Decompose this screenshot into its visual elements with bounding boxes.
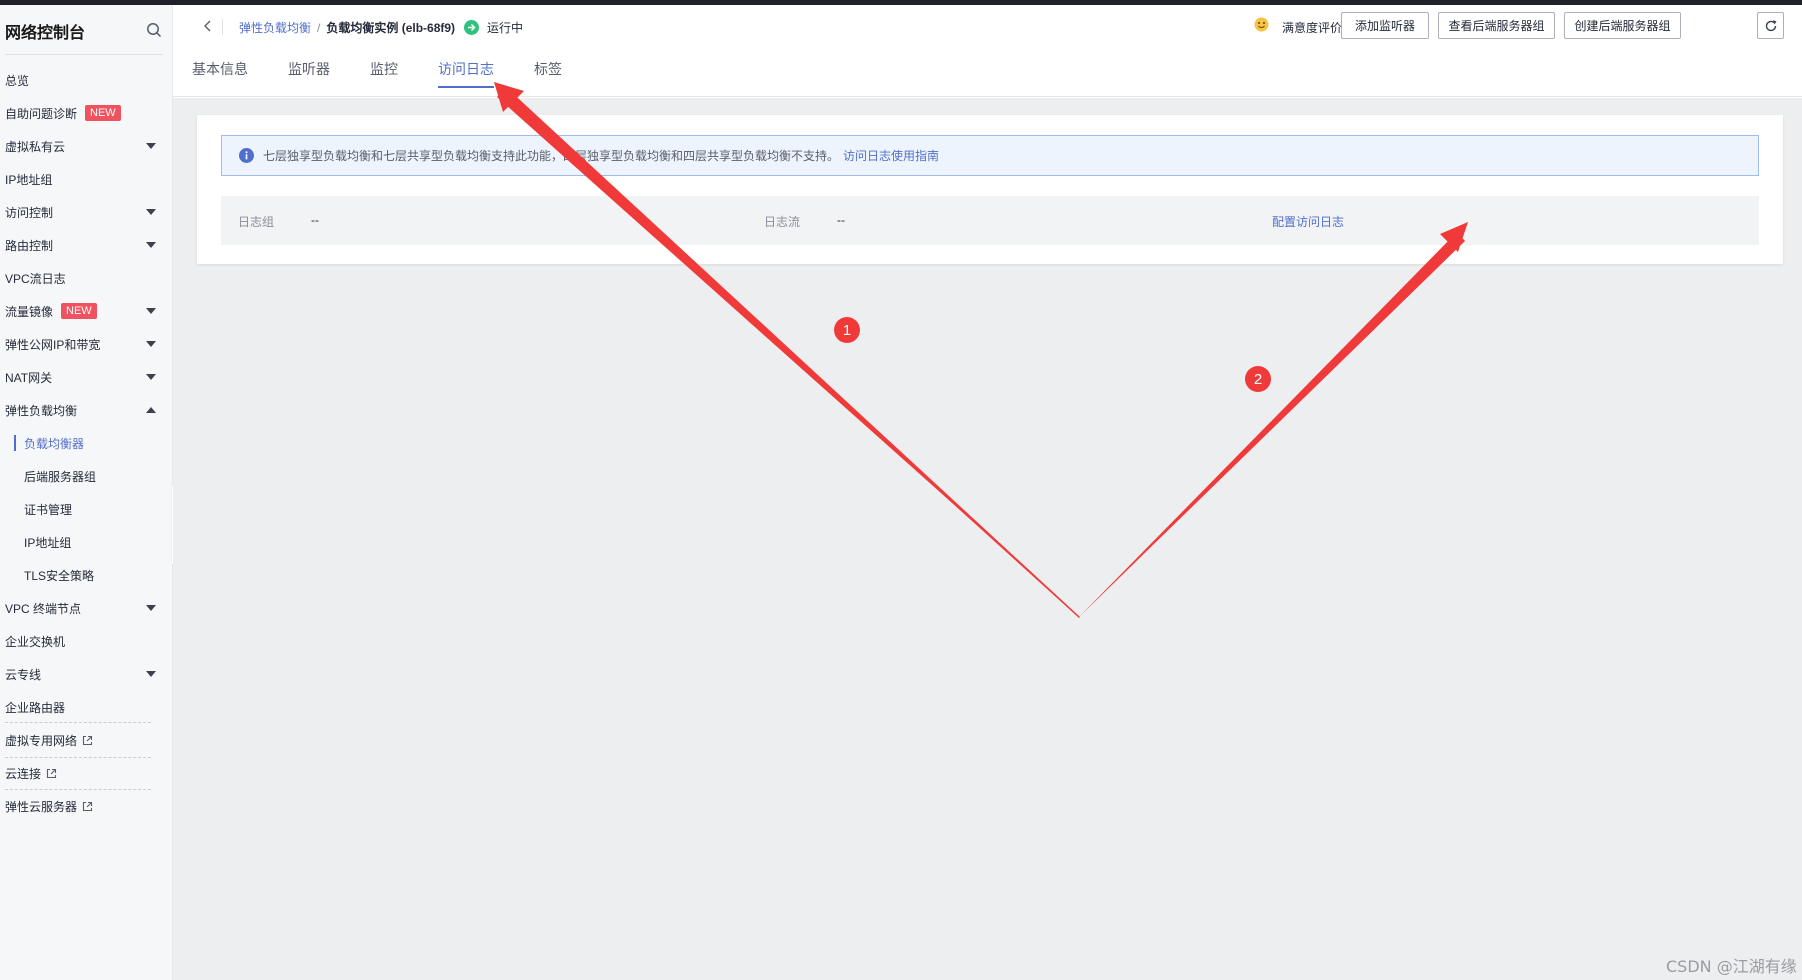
sidebar-item-elb-ip-group[interactable]: IP地址组 [0, 526, 172, 558]
sidebar-item-vpc-endpoint[interactable]: VPC 终端节点 [0, 592, 172, 624]
back-arrow-icon[interactable] [201, 19, 215, 33]
breadcrumb-separator: / [317, 20, 321, 35]
log-stream-value: -- [837, 213, 845, 227]
sidebar-item-enterprise-switch[interactable]: 企业交换机 [0, 625, 172, 657]
sidebar-item-access-control[interactable]: 访问控制 [0, 196, 172, 228]
chevron-down-icon [146, 605, 156, 611]
log-stream-label: 日志流 [764, 215, 801, 229]
log-group-label: 日志组 [238, 215, 275, 229]
satisfaction-rating-link[interactable]: 满意度评价 [1282, 19, 1342, 36]
breadcrumb-elb-link[interactable]: 弹性负载均衡 [239, 19, 311, 36]
breadcrumb-current: 负载均衡实例 (elb-68f9) [326, 21, 456, 35]
tab-tags[interactable]: 标签 [534, 50, 562, 90]
sidebar-separator [5, 722, 151, 723]
search-icon[interactable] [146, 22, 162, 38]
add-listener-button[interactable]: 添加监听器 [1341, 12, 1429, 39]
main-content: 七层独享型负载均衡和七层共享型负载均衡支持此功能，四层独享型负载均衡和四层共享型… [173, 98, 1802, 980]
sidebar-item-diagnosis[interactable]: 自助问题诊断 NEW [0, 97, 172, 129]
sidebar-item-elb[interactable]: 弹性负载均衡 [0, 394, 172, 426]
sidebar-item-backend-group[interactable]: 后端服务器组 [0, 460, 172, 492]
chevron-down-icon [146, 671, 156, 677]
chevron-up-icon [146, 407, 156, 413]
watermark: CSDN @江湖有缘 [1666, 957, 1797, 976]
new-badge: NEW [61, 303, 97, 319]
sidebar-item-ecs[interactable]: 弹性云服务器 [0, 790, 172, 822]
external-link-icon [46, 768, 57, 778]
sidebar-item-ip-group[interactable]: IP地址组 [0, 163, 172, 195]
external-link-icon [82, 801, 93, 811]
sidebar-item-enterprise-router[interactable]: 企业路由器 [0, 691, 172, 723]
configure-access-log-link[interactable]: 配置访问日志 [1272, 213, 1344, 230]
chevron-down-icon [146, 209, 156, 215]
sidebar-divider [5, 54, 163, 55]
page-header: 弹性负载均衡 / 负载均衡实例 (elb-68f9) 运行中 满意度评价 添加监… [173, 5, 1802, 97]
sidebar-item-overview[interactable]: 总览 [0, 64, 172, 96]
chevron-down-icon [146, 374, 156, 380]
sidebar-title: 网络控制台 [5, 25, 86, 42]
new-badge: NEW [85, 105, 121, 121]
tab-basic-info[interactable]: 基本信息 [192, 50, 248, 90]
sidebar: 网络控制台 总览 自助问题诊断 NEW 虚拟私有云 IP地址组 访问控制 路由控制… [0, 5, 173, 980]
log-group-value: -- [311, 213, 319, 227]
annotation-marker-2: 2 [1245, 366, 1271, 392]
chevron-down-icon [146, 341, 156, 347]
sidebar-item-route-control[interactable]: 路由控制 [0, 229, 172, 261]
chevron-down-icon [146, 242, 156, 248]
info-text: 七层独享型负载均衡和七层共享型负载均衡支持此功能，四层独享型负载均衡和四层共享型… [263, 149, 840, 163]
sidebar-item-vpc-flow-log[interactable]: VPC流日志 [0, 262, 172, 294]
create-backend-group-button[interactable]: 创建后端服务器组 [1564, 12, 1681, 39]
chevron-down-icon [146, 308, 156, 314]
sidebar-item-traffic-mirror[interactable]: 流量镜像 NEW [0, 295, 172, 327]
header-divider [222, 19, 223, 35]
smile-icon[interactable] [1254, 17, 1269, 32]
sidebar-item-nat[interactable]: NAT网关 [0, 361, 172, 393]
external-link-icon [82, 735, 93, 745]
log-config-row: 日志组 -- 日志流 -- 配置访问日志 [221, 196, 1759, 245]
sidebar-item-load-balancer[interactable]: 负载均衡器 [0, 427, 172, 459]
tab-bar: 基本信息 监听器 监控 访问日志 标签 [192, 50, 602, 90]
sidebar-item-direct-connect[interactable]: 云专线 [0, 658, 172, 690]
sidebar-item-cloud-connect[interactable]: 云连接 [0, 757, 172, 789]
refresh-icon [1765, 19, 1776, 31]
info-icon [239, 148, 254, 163]
view-backend-group-button[interactable]: 查看后端服务器组 [1438, 12, 1555, 39]
sidebar-item-tls-policy[interactable]: TLS安全策略 [0, 559, 172, 591]
access-log-guide-link[interactable]: 访问日志使用指南 [843, 147, 939, 164]
tab-monitoring[interactable]: 监控 [370, 50, 398, 90]
chevron-down-icon [146, 143, 156, 149]
sidebar-item-vpn[interactable]: 虚拟专用网络 [0, 724, 172, 756]
refresh-button[interactable] [1757, 12, 1784, 39]
sidebar-item-eip[interactable]: 弹性公网IP和带宽 [0, 328, 172, 360]
tab-listeners[interactable]: 监听器 [288, 50, 330, 90]
access-log-card: 七层独享型负载均衡和七层共享型负载均衡支持此功能，四层独享型负载均衡和四层共享型… [197, 115, 1783, 264]
annotation-marker-1: 1 [834, 317, 860, 343]
sidebar-item-vpc[interactable]: 虚拟私有云 [0, 130, 172, 162]
tab-access-logs[interactable]: 访问日志 [438, 50, 494, 90]
info-alert: 七层独享型负载均衡和七层共享型负载均衡支持此功能，四层独享型负载均衡和四层共享型… [221, 135, 1759, 176]
sidebar-item-certificate[interactable]: 证书管理 [0, 493, 172, 525]
status-running-icon [464, 20, 480, 35]
status-text: 运行中 [487, 21, 524, 35]
breadcrumb: 弹性负载均衡 / 负载均衡实例 (elb-68f9) 运行中 [239, 19, 523, 36]
